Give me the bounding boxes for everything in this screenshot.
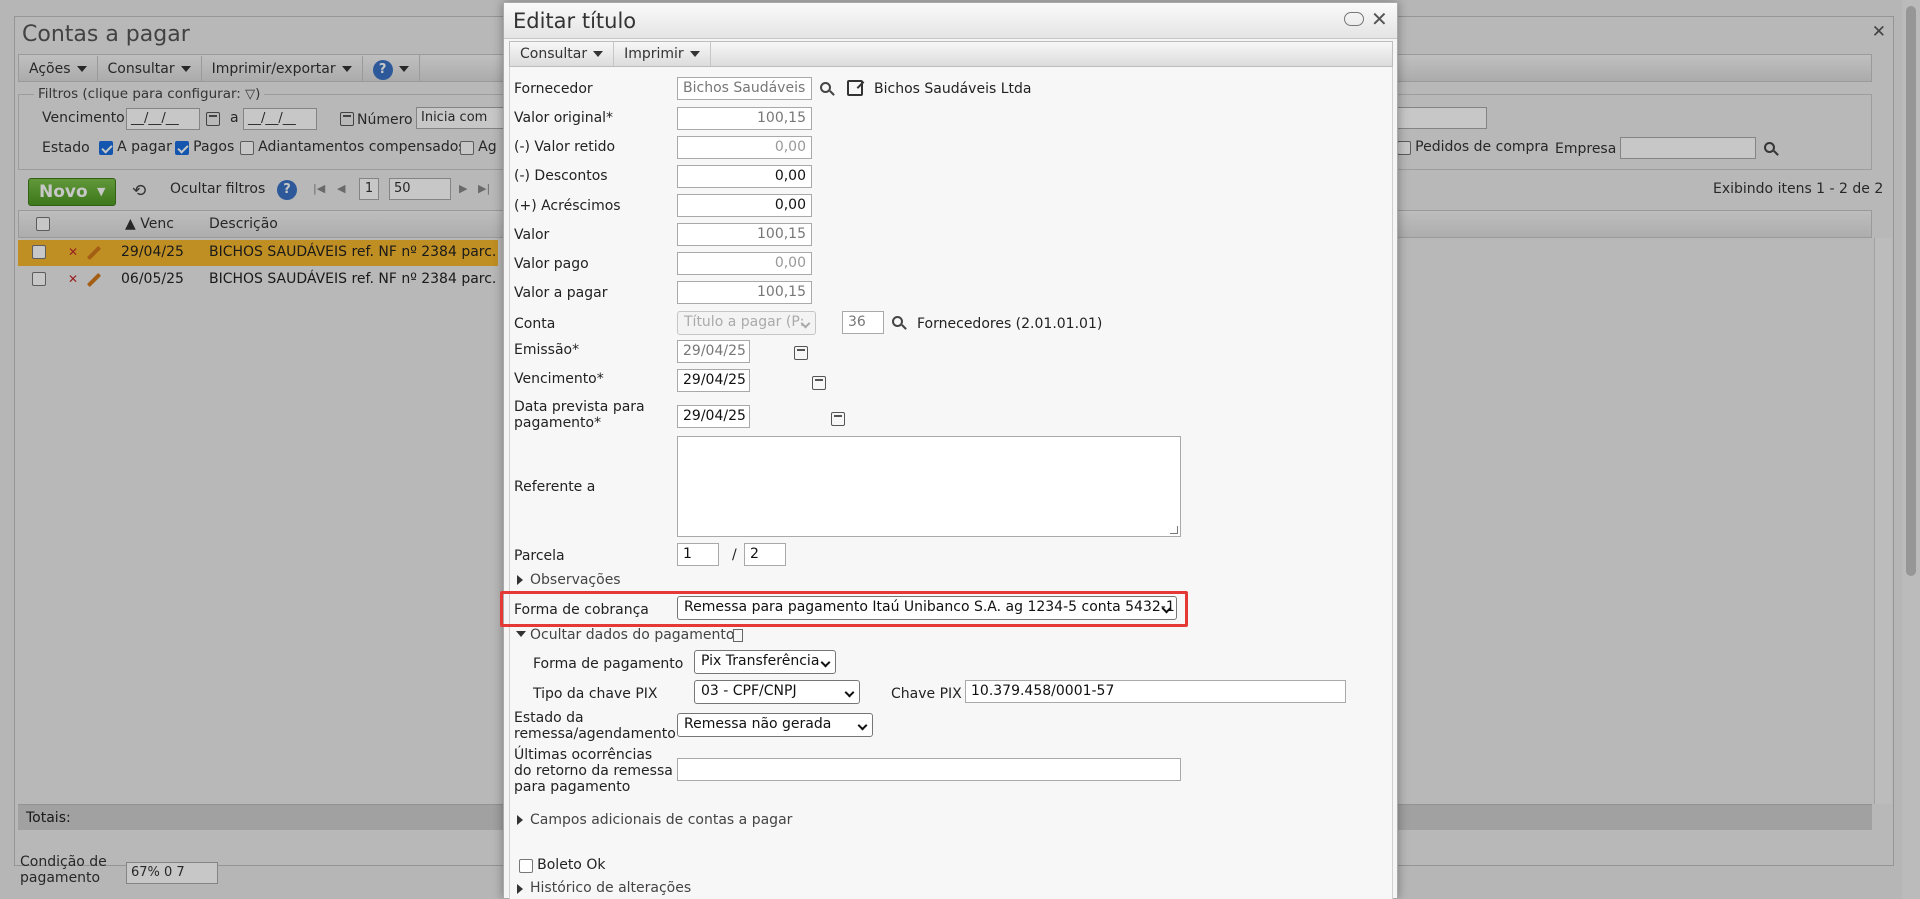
ultimas-ocorrencias-input[interactable] — [677, 758, 1181, 781]
campos-adicionais-toggle[interactable]: Campos adicionais de contas a pagar — [530, 812, 792, 828]
fornecedor-label: Fornecedor — [514, 81, 593, 97]
emissao-label: Emissão* — [514, 342, 580, 358]
ultimas-ocorrencias-label: Últimas ocorrências do retorno da remess… — [514, 747, 673, 795]
valor-label: Valor — [514, 227, 550, 243]
descontos-input[interactable]: 0,00 — [677, 165, 812, 188]
collapse-pagamento-icon[interactable] — [516, 631, 526, 637]
calendar-icon[interactable] — [794, 346, 809, 360]
forma-pagamento-select[interactable]: Pix Transferência — [694, 650, 836, 674]
highlight-box — [500, 591, 1188, 627]
close-icon[interactable]: ✕ — [1371, 7, 1388, 31]
valor-pago-input[interactable]: 0,00 — [677, 252, 812, 275]
search-icon[interactable] — [892, 316, 903, 327]
acrescimos-label: (+) Acréscimos — [514, 198, 621, 214]
chevron-down-icon — [857, 720, 868, 731]
expand-campos-adicionais-icon[interactable] — [517, 815, 523, 825]
dialog-menubar: Consultar Imprimir — [509, 41, 1393, 67]
document-icon[interactable] — [733, 629, 743, 642]
data-prevista-label: Data prevista para pagamento* — [514, 399, 645, 431]
valor-a-pagar-input[interactable]: 100,15 — [677, 281, 812, 304]
conta-tipo-select[interactable]: Título a pagar (P: — [677, 311, 816, 335]
fornecedor-input[interactable]: Bichos Saudáveis — [677, 77, 812, 100]
chevron-down-icon — [844, 687, 855, 698]
chevron-down-icon — [593, 51, 604, 57]
valor-input[interactable]: 100,15 — [677, 223, 812, 246]
calendar-icon[interactable] — [812, 376, 827, 390]
chave-pix-input[interactable]: 10.379.458/0001-57 — [965, 680, 1346, 703]
referente-textarea[interactable] — [677, 436, 1181, 537]
boleto-ok-checkbox[interactable]: Boleto Ok — [519, 857, 605, 873]
estado-remessa-select[interactable]: Remessa não gerada — [677, 713, 873, 737]
parcela-label: Parcela — [514, 548, 565, 564]
valor-original-label: Valor original* — [514, 110, 614, 126]
chevron-down-icon — [820, 657, 831, 668]
tipo-chave-pix-select[interactable]: 03 - CPF/CNPJ — [694, 680, 860, 704]
dialog-imprimir-menu[interactable]: Imprimir — [614, 42, 711, 66]
parcela-total-input[interactable]: 2 — [744, 543, 786, 566]
valor-original-input[interactable]: 100,15 — [677, 107, 812, 130]
valor-retido-input[interactable]: 0,00 — [677, 136, 812, 159]
conta-numero-input[interactable]: 36 — [842, 311, 884, 334]
resize-grip-icon[interactable] — [1170, 526, 1178, 534]
referente-label: Referente a — [514, 479, 596, 495]
forma-pagamento-label: Forma de pagamento — [533, 656, 684, 672]
comment-icon[interactable] — [1344, 12, 1364, 26]
vencimento-label: Vencimento* — [514, 371, 604, 387]
valor-a-pagar-label: Valor a pagar — [514, 285, 608, 301]
observacoes-toggle[interactable]: Observações — [530, 572, 621, 588]
valor-retido-label: (-) Valor retido — [514, 139, 616, 155]
expand-observacoes-icon[interactable] — [517, 575, 523, 585]
external-link-icon[interactable] — [847, 80, 863, 96]
conta-descricao: Fornecedores (2.01.01.01) — [917, 316, 1103, 332]
acrescimos-input[interactable]: 0,00 — [677, 194, 812, 217]
data-prevista-input[interactable]: 29/04/25 — [677, 405, 750, 428]
calendar-icon[interactable] — [830, 412, 845, 426]
parcela-numero-input[interactable]: 1 — [677, 543, 719, 566]
descontos-label: (-) Descontos — [514, 168, 608, 184]
valor-pago-label: Valor pago — [514, 256, 589, 272]
ocultar-dados-pagamento-toggle[interactable]: Ocultar dados do pagamento — [530, 627, 734, 643]
chave-pix-label: Chave PIX — [891, 686, 962, 702]
search-icon[interactable] — [820, 82, 831, 93]
dialog-titlebar — [504, 3, 1397, 39]
historico-toggle[interactable]: Histórico de alterações — [530, 880, 691, 896]
fornecedor-full-name: Bichos Saudáveis Ltda — [874, 81, 1032, 97]
emissao-input[interactable]: 29/04/25 — [677, 340, 750, 363]
expand-historico-icon[interactable] — [517, 884, 523, 894]
conta-label: Conta — [514, 316, 556, 332]
tipo-chave-pix-label: Tipo da chave PIX — [533, 686, 658, 702]
chevron-down-icon — [689, 51, 700, 57]
vencimento-input[interactable]: 29/04/25 — [677, 369, 750, 392]
dialog-title: Editar título — [513, 9, 637, 33]
parcela-separator: / — [732, 547, 737, 563]
dialog-consultar-menu[interactable]: Consultar — [510, 42, 615, 66]
estado-remessa-label: Estado da remessa/agendamento — [514, 710, 676, 742]
